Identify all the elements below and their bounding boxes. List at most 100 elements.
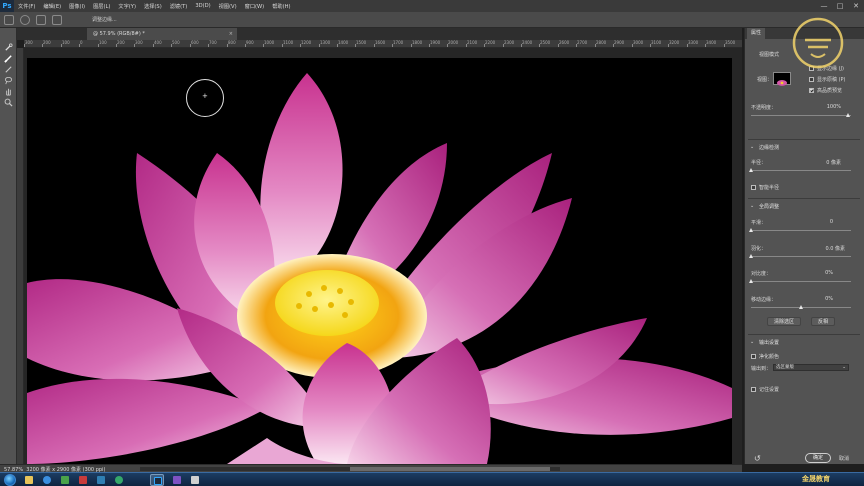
edge-detection-chevron-icon[interactable]: ⌄ <box>750 144 754 150</box>
feather-value[interactable]: 0.0 像素 <box>821 245 845 252</box>
contrast-slider-track[interactable] <box>751 281 851 282</box>
high-quality-checkbox[interactable] <box>809 88 814 93</box>
taskbar-media[interactable] <box>58 474 72 486</box>
contrast-slider-handle[interactable] <box>749 279 753 283</box>
contrast-value[interactable]: 0% <box>809 270 833 276</box>
ruler-tick <box>282 44 283 47</box>
taskbar-app8[interactable] <box>170 474 184 486</box>
brush-subtract-icon[interactable] <box>52 15 62 25</box>
maximize-button[interactable]: □ <box>832 0 848 12</box>
smooth-value[interactable]: 0 <box>809 219 833 225</box>
menu-window[interactable]: 窗口(W) <box>241 3 269 10</box>
decontaminate-checkbox[interactable] <box>751 354 756 359</box>
brush-preset-icon[interactable] <box>4 15 14 25</box>
ruler-tick-label: 2900 <box>614 40 625 45</box>
opacity-label: 不透明度： <box>751 105 777 111</box>
opacity-slider-handle[interactable] <box>846 113 850 117</box>
ruler-tick-label: 3200 <box>669 40 680 45</box>
smooth-slider-handle[interactable] <box>749 228 753 232</box>
menu-select[interactable]: 选择(S) <box>140 3 166 10</box>
reset-icon[interactable]: ↺ <box>754 454 761 463</box>
menu-view[interactable]: 视图(V) <box>215 3 241 10</box>
tool-hand[interactable] <box>0 86 17 97</box>
feather-slider-track[interactable] <box>751 256 851 257</box>
menu-help[interactable]: 帮助(H) <box>268 3 294 10</box>
tool-quick-selection[interactable] <box>0 42 17 53</box>
menu-file[interactable]: 文件(F) <box>14 3 39 10</box>
smooth-slider-track[interactable] <box>751 230 851 231</box>
menu-filter[interactable]: 滤镜(T) <box>166 3 192 10</box>
invert-button[interactable]: 反相 <box>811 317 835 326</box>
radius-value[interactable]: 0 像素 <box>817 159 841 166</box>
opacity-value[interactable]: 100% <box>817 104 841 110</box>
tab-properties[interactable]: 属性 <box>747 28 766 39</box>
ruler-tick-label: 1100 <box>283 40 294 45</box>
output-chevron-icon[interactable]: ⌄ <box>750 339 754 345</box>
ok-button[interactable]: 确定 <box>805 453 831 463</box>
shift-edge-value[interactable]: 0% <box>809 296 833 302</box>
horizontal-scrollbar[interactable] <box>140 467 560 471</box>
tool-brush[interactable] <box>0 64 17 75</box>
document-tab[interactable]: @ 57.9% (RGB/8#) * × <box>87 28 237 40</box>
shift-edge-slider-handle[interactable] <box>799 305 803 309</box>
window-controls: — □ ✕ <box>816 0 864 12</box>
close-tab-icon[interactable]: × <box>229 28 233 40</box>
ruler-tick <box>650 44 651 47</box>
ruler-tick-label: 0 <box>80 40 83 45</box>
start-button[interactable] <box>4 474 16 486</box>
divider <box>748 139 860 140</box>
smart-radius-checkbox[interactable] <box>751 185 756 190</box>
opacity-slider-track[interactable] <box>751 115 851 116</box>
radius-slider-handle[interactable] <box>749 168 753 172</box>
close-window-button[interactable]: ✕ <box>848 0 864 12</box>
ruler-tick <box>687 44 688 47</box>
menu-3d[interactable]: 3D(D) <box>191 3 214 9</box>
menu-layer[interactable]: 图层(L) <box>89 3 114 10</box>
tool-zoom[interactable] <box>0 97 17 108</box>
taskbar-photoshop[interactable] <box>150 474 164 486</box>
photoshop-logo: Ps <box>0 0 14 12</box>
radius-slider-track[interactable] <box>751 170 851 171</box>
taskbar-explorer[interactable] <box>22 474 36 486</box>
taskbar-app5[interactable] <box>94 474 108 486</box>
show-original-checkbox[interactable] <box>809 77 814 82</box>
scrollbar-thumb[interactable] <box>350 467 550 471</box>
ruler-tick-label: 2400 <box>522 40 533 45</box>
menu-type[interactable]: 文字(Y) <box>114 3 140 10</box>
canvas-workspace[interactable] <box>24 48 742 464</box>
watermark-brand-text: 金晟教育 <box>802 475 830 483</box>
taskbar-app6[interactable] <box>112 474 126 486</box>
output-to-select[interactable]: 选区蒙版 ⌄ <box>773 364 849 371</box>
options-bar: 调整边缘... <box>0 12 864 28</box>
menu-image[interactable]: 图像(I) <box>65 3 89 10</box>
tool-refine-brush[interactable] <box>0 53 17 64</box>
document-canvas[interactable] <box>27 58 732 464</box>
remember-settings-checkbox[interactable] <box>751 387 756 392</box>
ruler-tick <box>171 44 172 47</box>
taskbar-app9[interactable] <box>188 474 202 486</box>
ruler-tick <box>208 44 209 47</box>
view-mode-thumbnail[interactable] <box>773 72 791 86</box>
cancel-button[interactable]: 取消 <box>839 455 849 462</box>
show-original-label: 显示原稿 (P) <box>817 77 846 83</box>
feather-label: 羽化： <box>751 246 767 252</box>
clear-selection-button[interactable]: 清除选区 <box>767 317 801 326</box>
feather-slider-handle[interactable] <box>749 254 753 258</box>
brush-add-icon[interactable] <box>36 15 46 25</box>
vertical-ruler <box>17 48 24 464</box>
ruler-tick-label: 1600 <box>375 40 386 45</box>
minimize-button[interactable]: — <box>816 0 832 12</box>
ruler-tick-label: 900 <box>246 40 254 45</box>
tool-lasso[interactable] <box>0 75 17 86</box>
ruler-tick <box>466 44 467 47</box>
output-to-value: 选区蒙版 <box>776 365 794 370</box>
hand-icon <box>6 88 11 96</box>
ruler-tick <box>61 44 62 47</box>
global-refine-chevron-icon[interactable]: ⌄ <box>750 203 754 209</box>
refine-edge-label[interactable]: 调整边缘... <box>92 16 117 23</box>
view-mode-title: 视图模式 <box>759 52 780 58</box>
brush-size-icon[interactable] <box>20 15 30 25</box>
taskbar-app4[interactable] <box>76 474 90 486</box>
menu-edit[interactable]: 编辑(E) <box>39 3 65 10</box>
taskbar-ie[interactable] <box>40 474 54 486</box>
